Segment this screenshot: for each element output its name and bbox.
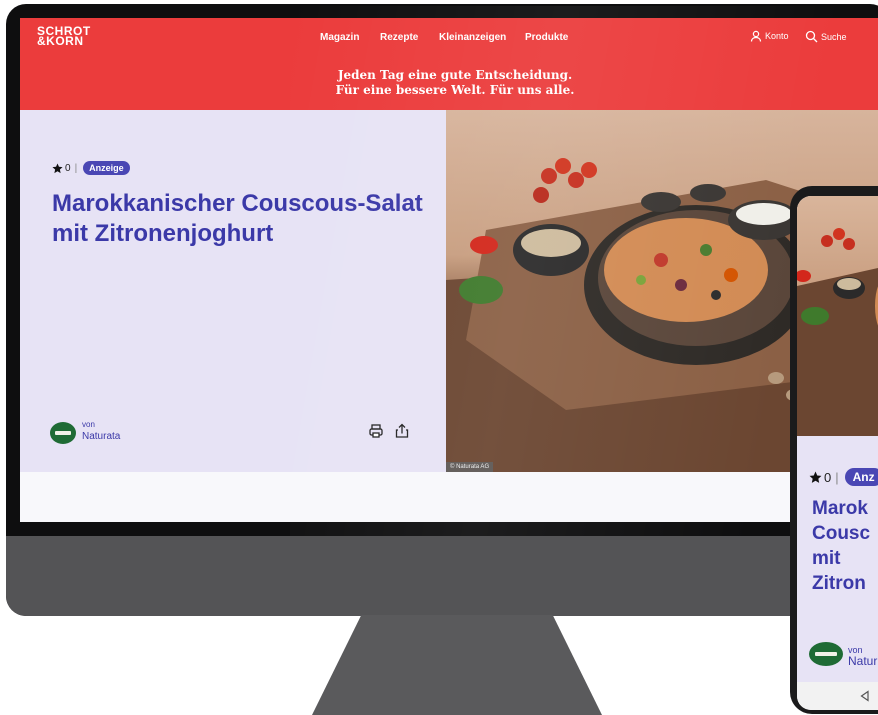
nav-magazin[interactable]: Magazin (320, 32, 359, 43)
rating-divider: | (74, 162, 78, 174)
naturata-logo[interactable] (50, 422, 76, 444)
phone-rating-divider: | (835, 469, 839, 485)
brand-name[interactable]: Naturata (82, 431, 120, 442)
account-label: Konto (765, 31, 789, 41)
search-link[interactable]: Suche (805, 30, 847, 43)
image-credit: © Naturata AG (446, 462, 494, 472)
content-area (20, 472, 878, 522)
tagline: Jeden Tag eine gute Entscheidung. Für ei… (20, 68, 878, 98)
nav-kleinanzeigen[interactable]: Kleinanzeigen (439, 32, 506, 43)
phone-nav-bar (797, 682, 878, 710)
search-label: Suche (821, 31, 847, 42)
back-nav-icon[interactable] (859, 690, 871, 702)
tagline-line-2: Für eine bessere Welt. Für uns alle. (335, 83, 575, 97)
tagline-line-1: Jeden Tag eine gute Entscheidung. (337, 68, 573, 82)
phone-screen: 0 | Anz Marok Cousc mit Zitron von Natur (797, 196, 878, 710)
nav-rezepte[interactable]: Rezepte (380, 32, 418, 43)
nav-produkte[interactable]: Produkte (525, 32, 568, 43)
rating[interactable]: 0 | Anzeige (52, 161, 130, 175)
phone-title-line: Cousc (812, 523, 871, 544)
rating-count: 0 (65, 162, 71, 174)
print-icon[interactable] (368, 423, 384, 439)
share-icon[interactable] (394, 423, 410, 439)
phone-brand-name[interactable]: Natur (848, 654, 877, 668)
monitor-screen: SCHROT &KORN Magazin Rezepte Kleinanzeig… (20, 18, 878, 522)
account-link[interactable]: Konto (750, 30, 789, 42)
monitor-chin (6, 536, 878, 616)
site-logo[interactable]: SCHROT &KORN (37, 25, 97, 47)
phone-rating[interactable]: 0 | Anz (809, 468, 878, 486)
phone-ad-badge: Anz (844, 468, 878, 486)
ad-badge: Anzeige (83, 161, 130, 175)
phone-title-line: Marok (812, 498, 868, 519)
phone-title-line: mit (812, 548, 841, 569)
phone-rating-count: 0 (824, 469, 832, 485)
phone-recipe-title: Marok Cousc mit Zitron (812, 496, 878, 596)
recipe-title: Marokkanischer Couscous-Salat mit Zitron… (52, 190, 423, 247)
search-icon (805, 30, 818, 43)
site-header: SCHROT &KORN Magazin Rezepte Kleinanzeig… (20, 18, 878, 110)
phone-title-line: Zitron (812, 573, 866, 594)
monitor-stand (312, 615, 602, 715)
star-icon (52, 162, 63, 173)
star-icon (809, 471, 822, 483)
phone-recipe-image (797, 196, 878, 436)
by-label: von (82, 420, 95, 429)
phone-naturata-logo[interactable] (809, 642, 843, 666)
user-icon (750, 30, 762, 42)
